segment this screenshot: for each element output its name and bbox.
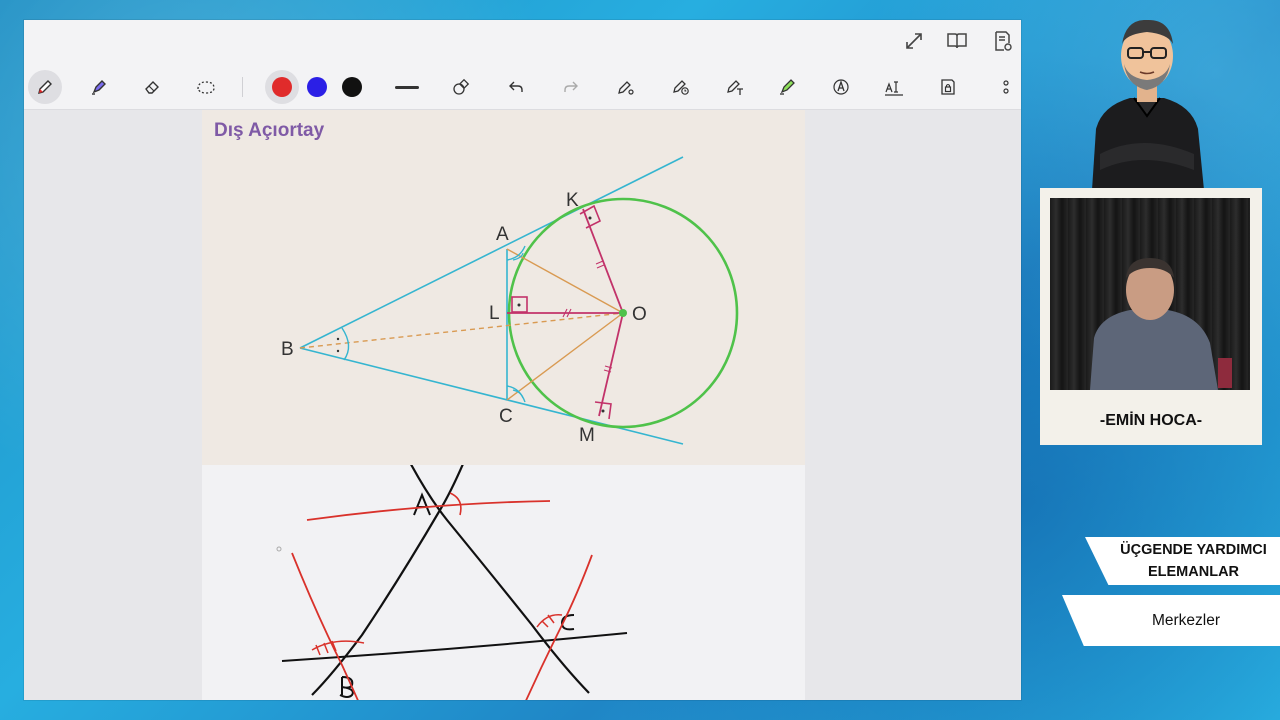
segment-ao <box>506 248 624 314</box>
lock-tool[interactable] <box>931 70 965 104</box>
undo-button[interactable] <box>499 70 533 104</box>
pen-clock-icon <box>673 80 689 95</box>
color-dot <box>342 77 362 97</box>
lock-icon <box>941 79 955 95</box>
color-black-swatch[interactable] <box>335 70 369 104</box>
more-icon <box>1003 80 1009 94</box>
topic-title-line1: ÜÇGENDE YARDIMCI <box>1120 542 1267 558</box>
text-tool[interactable] <box>877 70 911 104</box>
toolbar-divider <box>242 77 243 97</box>
label-l: L <box>489 303 500 324</box>
sketch-letter-a <box>413 492 431 516</box>
sketch-red-ticks <box>536 614 563 628</box>
topic-title-line2: ELEMANLAR <box>1147 564 1240 580</box>
pen-tool[interactable] <box>28 70 62 104</box>
pen-timer-tool[interactable] <box>664 70 698 104</box>
pen-settings-tool[interactable] <box>609 70 643 104</box>
notes-app-window: Dış Açıortay K A L O B C M <box>24 20 1021 700</box>
sketch-letter-b <box>339 676 354 698</box>
sketch-line <box>311 465 464 696</box>
angle-dot <box>336 349 340 353</box>
presenter-avatar <box>1082 14 1212 190</box>
center-point-o <box>619 309 627 317</box>
label-o: O <box>632 304 647 325</box>
textbook-figure: Dış Açıortay K A L O B C M <box>202 110 805 465</box>
highlighter-tool[interactable] <box>82 70 116 104</box>
angle-dot <box>336 337 340 341</box>
more-options-button[interactable] <box>996 70 1016 104</box>
text-style-tool[interactable] <box>824 70 858 104</box>
label-b: B <box>281 339 294 360</box>
webcam-video <box>1050 198 1250 390</box>
undo-icon <box>509 81 523 92</box>
subtopic-banner: Merkezler <box>1062 595 1280 646</box>
redo-button[interactable] <box>554 70 588 104</box>
color-dot <box>272 77 292 97</box>
book-view-icon[interactable] <box>943 27 971 55</box>
lasso-icon <box>197 81 215 94</box>
page-settings-icon[interactable] <box>989 27 1017 55</box>
label-c: C <box>499 406 513 427</box>
sketch-line <box>410 465 590 694</box>
redo-icon <box>564 81 578 92</box>
right-angle-dot <box>601 409 605 413</box>
marker-tool[interactable] <box>771 70 805 104</box>
subtopic-label: Merkezler <box>1151 611 1221 629</box>
shapes-tool[interactable] <box>444 70 478 104</box>
pen-text-icon <box>727 80 743 95</box>
handwritten-sketch <box>276 465 628 700</box>
pen-text-tool[interactable] <box>718 70 752 104</box>
eraser-icon <box>145 81 159 94</box>
stroke-width-icon <box>395 85 419 89</box>
label-k: K <box>566 190 579 211</box>
topic-banner: ÜÇGENDE YARDIMCI ELEMANLAR <box>1085 537 1280 585</box>
right-angle-dot <box>517 303 521 307</box>
handwritten-drawing-page <box>202 465 805 700</box>
sketch-dot <box>276 546 282 552</box>
window-top-bar <box>24 20 1021 64</box>
text-style-icon <box>833 79 849 95</box>
highlighter-icon <box>92 80 106 95</box>
right-angle-dot <box>588 216 592 220</box>
geometry-diagram: K A L O B C M <box>281 156 739 446</box>
pen-icon <box>38 80 52 94</box>
marker-icon <box>780 79 795 95</box>
angle-arc-b <box>341 327 350 361</box>
color-red-swatch[interactable] <box>265 70 299 104</box>
presenter-name: -EMİN HOCA- <box>1099 412 1203 429</box>
note-canvas[interactable]: Dış Açıortay K A L O B C M <box>24 110 1021 700</box>
shapes-icon <box>453 78 470 95</box>
color-blue-swatch[interactable] <box>300 70 334 104</box>
webcam-panel: -EMİN HOCA- <box>1040 188 1262 445</box>
eraser-tool[interactable] <box>135 70 169 104</box>
label-a: A <box>496 224 509 245</box>
pen-sparkle-icon <box>618 81 634 95</box>
fullscreen-icon[interactable] <box>900 27 928 55</box>
label-m: M <box>579 425 595 446</box>
stroke-width-tool[interactable] <box>390 70 424 104</box>
lasso-tool[interactable] <box>189 70 223 104</box>
tangent-line-bm <box>299 347 684 445</box>
color-dot <box>307 77 327 97</box>
text-icon <box>885 81 903 96</box>
drawing-toolbar <box>24 64 1021 110</box>
